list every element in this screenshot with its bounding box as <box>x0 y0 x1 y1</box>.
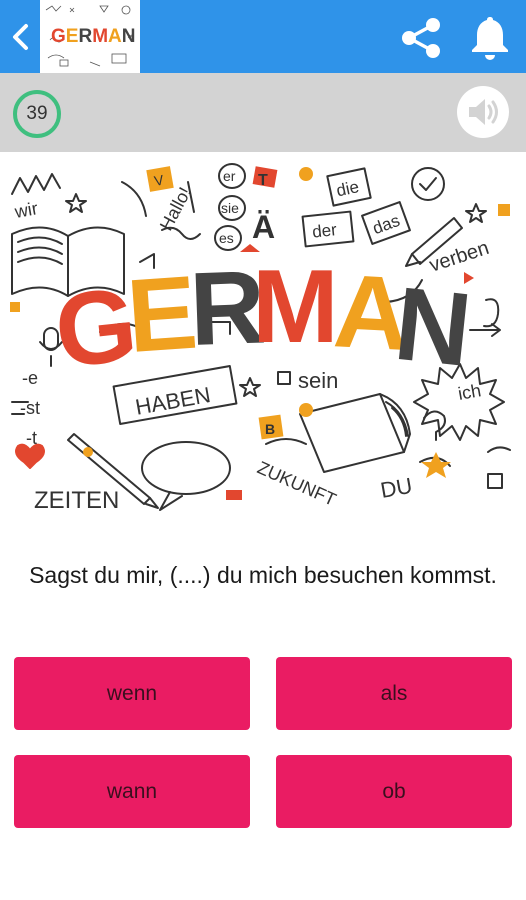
answer-button-1[interactable]: wenn <box>14 657 250 730</box>
notifications-button[interactable] <box>465 12 515 62</box>
german-doodle-illustration: wir Hallo! er sie es Ä die der das verbe… <box>0 152 526 517</box>
question-counter: 39 <box>13 90 61 138</box>
speaker-icon <box>469 99 498 125</box>
app-bar: GERMAN <box>0 0 526 73</box>
doodle-word-wir: wir <box>12 198 39 222</box>
title-letter-n: N <box>390 266 477 389</box>
doodle-word-hallo: Hallo! <box>156 184 195 234</box>
doodle-block-b: B <box>265 421 275 437</box>
doodle-word-zukunft: ZUKUNFT <box>254 457 339 509</box>
doodle-word-es: es <box>219 230 234 246</box>
doodle-word-der: der <box>311 220 338 241</box>
bell-icon <box>472 17 508 60</box>
doodle-word-sie: sie <box>221 200 239 216</box>
question-text: Sagst du mir, (....) du mich besuchen ko… <box>29 562 497 588</box>
doodle-word-zeiten: ZEITEN <box>34 487 119 514</box>
doodle-word-er: er <box>223 168 236 184</box>
sound-button[interactable] <box>457 86 509 138</box>
back-button[interactable] <box>6 18 36 56</box>
app-logo: GERMAN <box>40 0 140 73</box>
doodle-word-die: die <box>335 177 361 200</box>
doodle-word-sein: sein <box>298 368 338 393</box>
doodle-suffix-e: -e <box>22 368 38 388</box>
title-letter-m: M <box>252 249 339 365</box>
share-icon <box>402 18 440 58</box>
answer-button-4[interactable]: ob <box>276 755 512 828</box>
doodle-suffix-st: -st <box>20 398 40 418</box>
answer-button-2[interactable]: als <box>276 657 512 730</box>
chevron-left-icon <box>13 24 28 50</box>
answer-button-3[interactable]: wann <box>14 755 250 828</box>
doodle-word-du: DU <box>379 473 415 503</box>
doodle-word-a-umlaut: Ä <box>252 209 275 245</box>
doodle-suffix-t: -t <box>26 428 37 448</box>
quiz-status-bar <box>0 73 526 152</box>
share-button[interactable] <box>396 13 446 63</box>
doodle-block-t: T <box>258 172 268 189</box>
svg-text:GERMAN: GERMAN <box>51 26 136 47</box>
